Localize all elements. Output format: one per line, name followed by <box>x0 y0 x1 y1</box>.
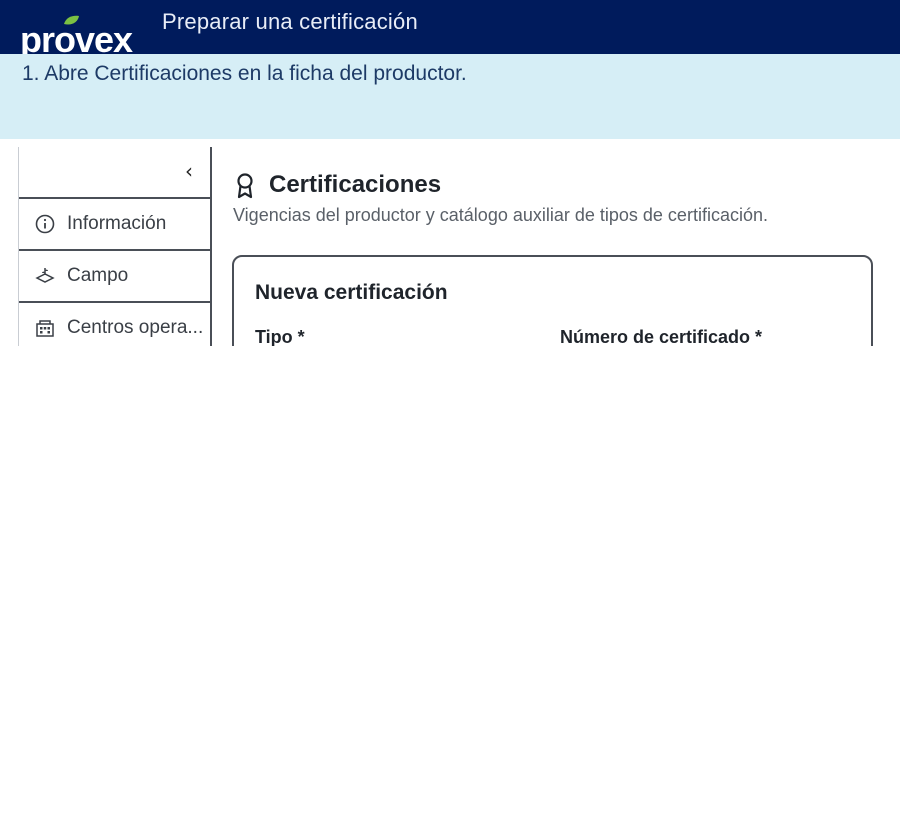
header-title: Preparar una certificación <box>162 9 418 34</box>
building-icon <box>35 318 55 338</box>
sidebar-item-informacion[interactable]: Información <box>19 199 211 251</box>
sidebar-item-label: Centros opera... <box>67 317 204 338</box>
sidebar-item-centros-operativos[interactable]: Centros opera... <box>19 303 211 346</box>
new-certification-card: Nueva certificación Tipo * Número de cer… <box>232 255 873 346</box>
sidebar: ‹ Información Campo Centros opera... <box>18 147 212 346</box>
top-bar: provex Preparar una certificación <box>0 0 900 56</box>
main-content: Certificaciones Vigencias del productor … <box>212 147 882 346</box>
sidebar-item-label: Información <box>67 213 167 234</box>
step-instruction: 1. Abre Certificaciones en la ficha del … <box>22 62 467 85</box>
field-icon <box>35 266 55 286</box>
sidebar-collapse-button[interactable]: ‹ <box>19 147 211 199</box>
sidebar-item-label: Campo <box>67 265 129 286</box>
type-field-label: Tipo * <box>255 327 305 346</box>
card-title: Nueva certificación <box>255 281 448 304</box>
section-description: Vigencias del productor y catálogo auxil… <box>233 205 768 225</box>
brand-wordmark: provex <box>20 19 133 56</box>
app-screenshot: ‹ Información Campo Centros opera... Cer <box>18 147 882 346</box>
info-icon <box>35 214 55 234</box>
sidebar-item-campo[interactable]: Campo <box>19 251 211 303</box>
section-title: Certificaciones <box>269 171 442 198</box>
provex-logo: provex <box>20 15 134 56</box>
certificate-number-field-label: Número de certificado * <box>560 327 763 346</box>
award-icon <box>237 173 253 199</box>
chevron-left-icon: ‹ <box>185 159 193 183</box>
